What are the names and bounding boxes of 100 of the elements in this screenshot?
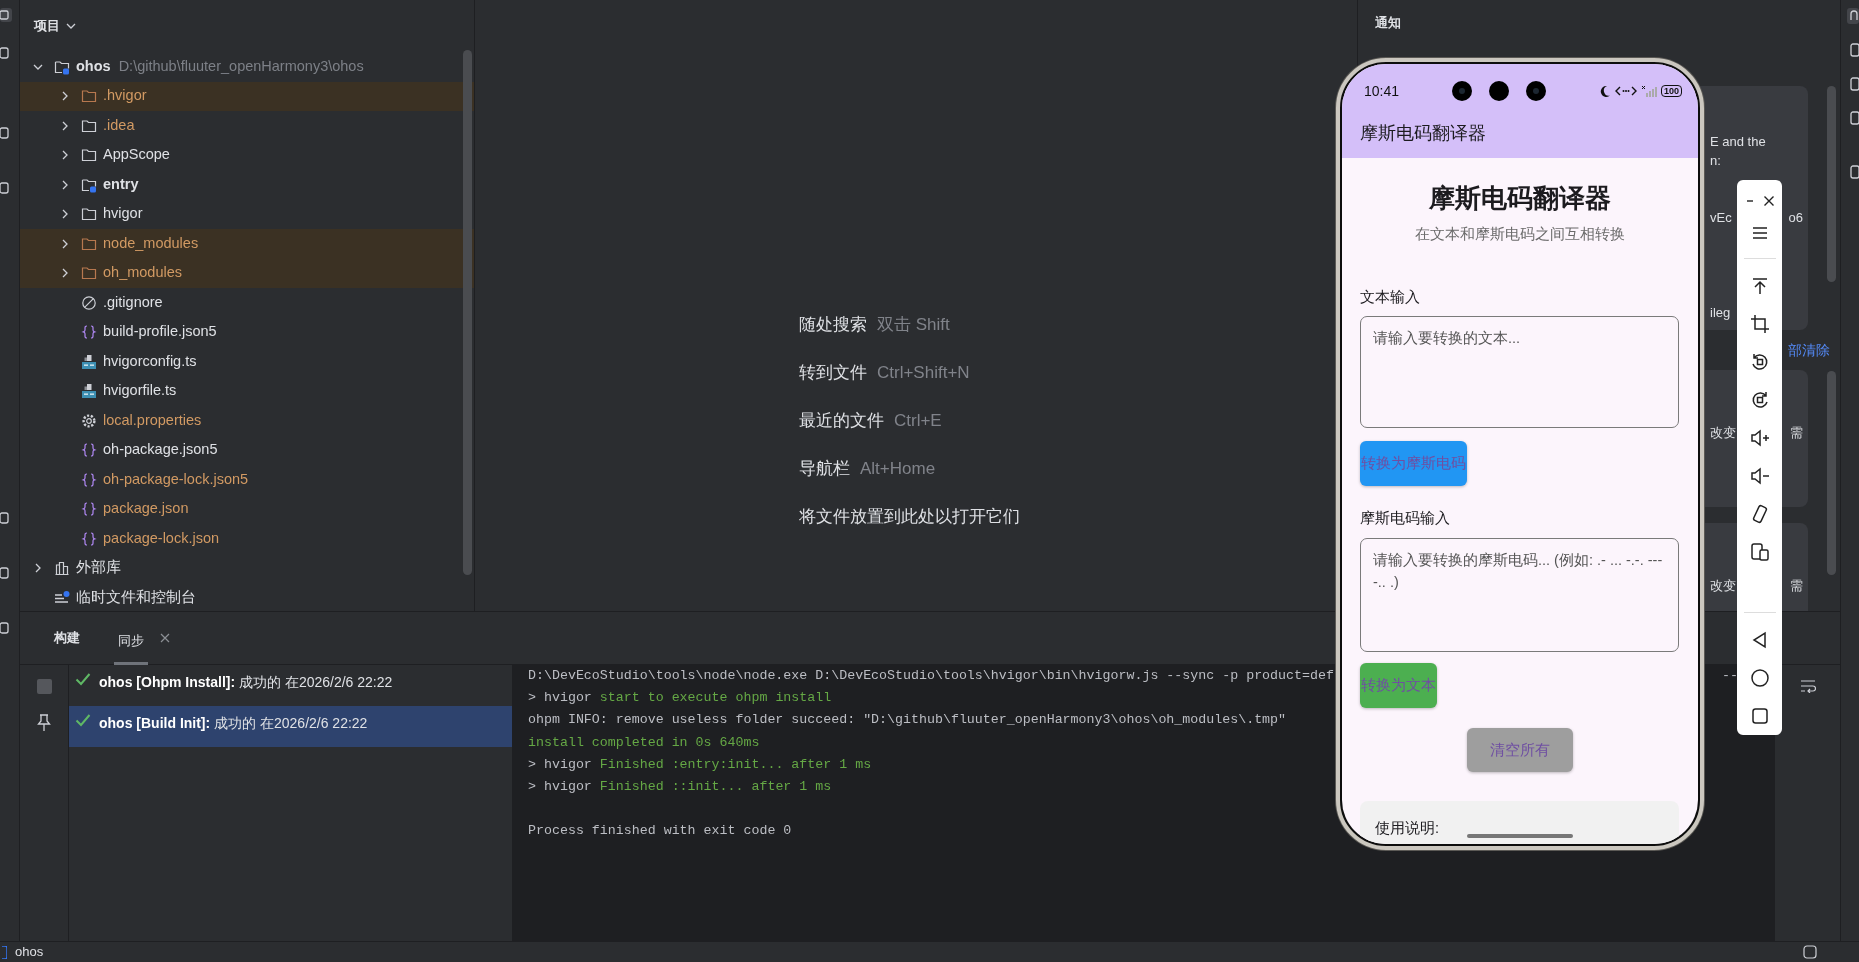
folder-icon [54, 58, 70, 75]
tool-window-icon[interactable] [0, 621, 12, 635]
tool-window-icon[interactable] [1847, 8, 1859, 24]
recents-icon[interactable] [1749, 705, 1770, 726]
home-icon[interactable] [1749, 667, 1770, 688]
tree-item[interactable]: local.properties [20, 406, 474, 436]
tree-item[interactable]: 外部库 [20, 553, 474, 583]
script-file-icon [81, 383, 97, 400]
console-line: > hvigor Finished ::init... after 1 ms [528, 778, 832, 796]
close-icon[interactable] [1762, 195, 1775, 208]
tree-item[interactable]: hvigor [20, 199, 474, 229]
chevron-icon[interactable] [60, 91, 70, 102]
tree-item[interactable]: .gitignore [20, 288, 474, 318]
tree-item[interactable]: ohos D:\github\fluuter_openHarmony3\ohos [20, 52, 474, 82]
tool-window-icon[interactable] [0, 511, 12, 525]
tree-item[interactable]: .hvigor [20, 81, 474, 111]
console-line: -- [1722, 667, 1738, 685]
soft-wrap-icon[interactable] [1799, 679, 1816, 693]
braces-icon [81, 324, 97, 341]
tree-item[interactable]: hvigorfile.ts [20, 376, 474, 406]
shortcut-text: Alt+Home [860, 459, 936, 478]
chevron-icon[interactable] [60, 268, 70, 279]
chevron-icon[interactable] [33, 563, 43, 574]
text-input[interactable]: 请输入要转换的文本... [1360, 316, 1679, 428]
tree-item[interactable]: .idea [20, 111, 474, 141]
crop-icon[interactable] [1749, 313, 1770, 334]
console-line: install completed in 0s 640ms [528, 733, 760, 752]
volume-down-icon[interactable] [1749, 466, 1770, 487]
shortcut-text: Ctrl+Shift+N [877, 363, 970, 382]
notification-text: ileg [1710, 304, 1731, 322]
tree-item[interactable]: oh-package-lock.json5 [20, 465, 474, 495]
pin-icon[interactable] [37, 714, 51, 732]
tree-item[interactable]: node_modules [20, 229, 474, 259]
rotate-left-icon[interactable] [1749, 352, 1770, 372]
subtitle: 在文本和摩斯电码之间互相转换 [1413, 225, 1626, 244]
tool-window-icon[interactable] [0, 566, 12, 580]
clear-all-link[interactable]: 部清除 [1788, 339, 1830, 361]
console-line: Process finished with exit code 0 [528, 822, 792, 841]
chevron-down-icon[interactable] [66, 23, 76, 29]
braces-icon [81, 471, 97, 488]
scrollbar[interactable] [463, 50, 472, 575]
gear-icon [81, 412, 97, 429]
field-label: 文本输入 [1360, 287, 1421, 307]
tree-item[interactable]: entry [20, 170, 474, 200]
panel-tab[interactable]: 同步 [114, 616, 148, 666]
task-row[interactable]: ohos [Ohpm Install]: 成功的 在2026/2/6 22:22 [69, 665, 512, 706]
notification-text: 改变 [1710, 424, 1736, 442]
scrollbar[interactable] [1827, 371, 1836, 575]
tree-item[interactable]: 临时文件和控制台 [20, 583, 474, 611]
status-icon[interactable] [1803, 945, 1817, 959]
task-row[interactable]: ohos [Build Init]: 成功的 在2026/2/6 22:22 [69, 706, 512, 747]
check-icon [75, 672, 91, 686]
tree-item[interactable]: package.json [20, 494, 474, 524]
hint-text: 导航栏 [799, 459, 850, 478]
braces-icon [81, 530, 97, 547]
folder-icon [81, 176, 97, 193]
tree-item[interactable]: oh_modules [20, 258, 474, 288]
chevron-icon[interactable] [60, 179, 70, 190]
folder-icon [81, 206, 97, 223]
tree-item[interactable]: package-lock.json [20, 524, 474, 554]
check-icon [75, 713, 91, 727]
text-input[interactable]: 请输入要转换的摩斯电码... (例如: .- ... -.-. --- -.. .) [1360, 538, 1679, 652]
volume-up-icon[interactable] [1749, 428, 1770, 449]
signal-icon [1640, 85, 1657, 97]
notification-text: E and the [1710, 133, 1766, 151]
tree-item[interactable]: AppScope [20, 140, 474, 170]
tool-window-icon[interactable] [0, 46, 12, 60]
panel-title[interactable]: 项目 [34, 16, 60, 36]
chevron-icon[interactable] [60, 120, 70, 131]
console-line: ohpm INFO: remove useless folder succeed: "D:\github\fluuter_openHarmony3\ohos\oh_modules\.tmp" [528, 711, 1287, 730]
heading: 摩斯电码翻译器 [1427, 182, 1612, 215]
tool-window-icon[interactable] [1847, 76, 1859, 92]
slashed-circle-icon [81, 294, 97, 311]
field-label: 摩斯电码输入 [1360, 508, 1451, 528]
console-line: D:\DevEcoStudio\tools\node\node.exe D:\DevEcoStudio\tools\hvigor\bin\hvigorw.js --sync -p product=def [528, 667, 1334, 685]
tool-window-icon[interactable] [0, 181, 12, 195]
tree-item[interactable]: hvigorconfig.ts [20, 347, 474, 377]
tool-window-icon[interactable] [1847, 164, 1859, 180]
scrollbar[interactable] [1827, 86, 1836, 282]
tool-window-icon[interactable] [1847, 110, 1859, 126]
scratch-lines-icon [54, 589, 70, 606]
hint-text: 转到文件 [799, 363, 867, 382]
hint-text: 随处搜索 [799, 315, 867, 334]
folder-icon [81, 117, 97, 134]
books-icon [54, 560, 70, 577]
help-title: 使用说明: [1375, 820, 1440, 836]
breadcrumb-text[interactable]: ohos [15, 942, 44, 962]
panel-title: 通知 [1375, 15, 1401, 30]
chevron-icon[interactable] [60, 238, 70, 249]
tree-item[interactable]: oh-package.json5 [20, 435, 474, 465]
tool-window-icon[interactable] [0, 126, 12, 140]
tool-window-icon[interactable] [0, 8, 12, 22]
chevron-icon[interactable] [60, 150, 70, 161]
notification-text: vEc [1710, 209, 1732, 227]
tool-window-icon[interactable] [1847, 42, 1859, 58]
chevron-icon[interactable] [60, 209, 70, 220]
tree-item[interactable]: build-profile.json5 [20, 317, 474, 347]
braces-icon [81, 442, 97, 459]
devices-icon[interactable] [1749, 542, 1770, 563]
hint-text: 最近的文件 [799, 411, 884, 430]
